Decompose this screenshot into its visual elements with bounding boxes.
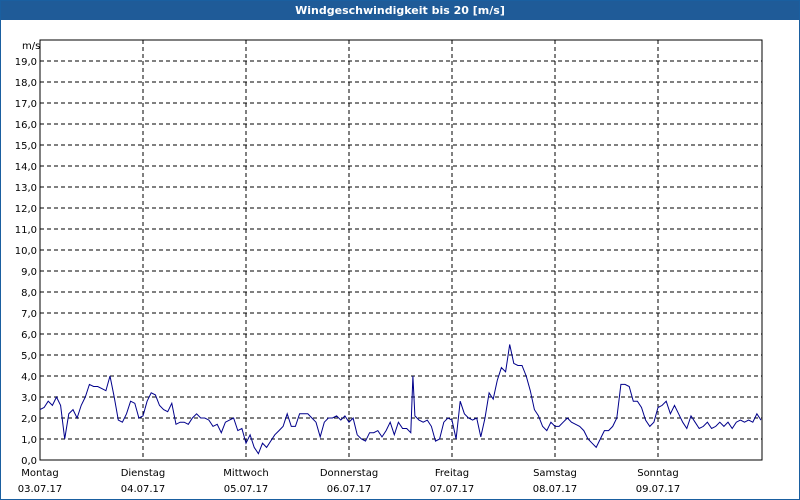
x-tick-date-label: 05.07.17 [224, 484, 269, 495]
y-tick-label: 11,0 [15, 225, 37, 236]
x-tick-date-label: 03.07.17 [18, 484, 63, 495]
y-tick-label: 3,0 [21, 393, 37, 404]
x-tick-day-label: Dienstag [121, 468, 166, 479]
x-tick-date-label: 07.07.17 [430, 484, 475, 495]
x-tick-day-label: Sonntag [637, 468, 679, 479]
y-tick-label: 15,0 [15, 141, 37, 152]
x-tick-day-label: Samstag [533, 468, 577, 479]
y-tick-label: 14,0 [15, 162, 37, 173]
y-tick-label: 8,0 [21, 288, 37, 299]
wind-speed-chart: m/s 0,0 1,0 2,0 3,0 4,0 5,0 6,0 7,0 8,0 9,0 10,0 11… [15, 39, 763, 495]
y-tick-label: 13,0 [15, 183, 37, 194]
y-tick-label: 19,0 [15, 57, 37, 68]
x-tick-labels: Montag 03.07.17 Dienstag 04.07.17 Mittwoch 05… [18, 468, 681, 495]
x-tick-day-label: Montag [21, 468, 58, 479]
y-axis-unit-label: m/s [22, 41, 40, 52]
y-tick-label: 1,0 [21, 435, 37, 446]
y-tick-label: 9,0 [21, 267, 37, 278]
y-tick-label: 12,0 [15, 204, 37, 215]
x-tick-day-label: Donnerstag [320, 468, 378, 479]
x-tick-date-label: 06.07.17 [327, 484, 372, 495]
x-tick-date-label: 04.07.17 [121, 484, 166, 495]
x-tick-day-label: Mittwoch [223, 468, 268, 479]
y-tick-label: 0,0 [21, 456, 37, 467]
y-tick-label: 5,0 [21, 351, 37, 362]
y-tick-label: 16,0 [15, 120, 37, 131]
y-tick-label: 2,0 [21, 414, 37, 425]
y-tick-label: 10,0 [15, 246, 37, 257]
x-tick-date-label: 09.07.17 [636, 484, 681, 495]
y-tick-label: 18,0 [15, 78, 37, 89]
x-tick-day-label: Freitag [435, 468, 469, 479]
y-tick-label: 17,0 [15, 99, 37, 110]
y-tick-label: 7,0 [21, 309, 37, 320]
grid [40, 40, 762, 460]
y-tick-label: 6,0 [21, 330, 37, 341]
x-tick-date-label: 08.07.17 [533, 484, 578, 495]
y-tick-label: 4,0 [21, 372, 37, 383]
y-tick-labels: 0,0 1,0 2,0 3,0 4,0 5,0 6,0 7,0 8,0 9,0 10,0 11,0 12… [15, 57, 37, 467]
wind-speed-series-line [39, 344, 762, 455]
